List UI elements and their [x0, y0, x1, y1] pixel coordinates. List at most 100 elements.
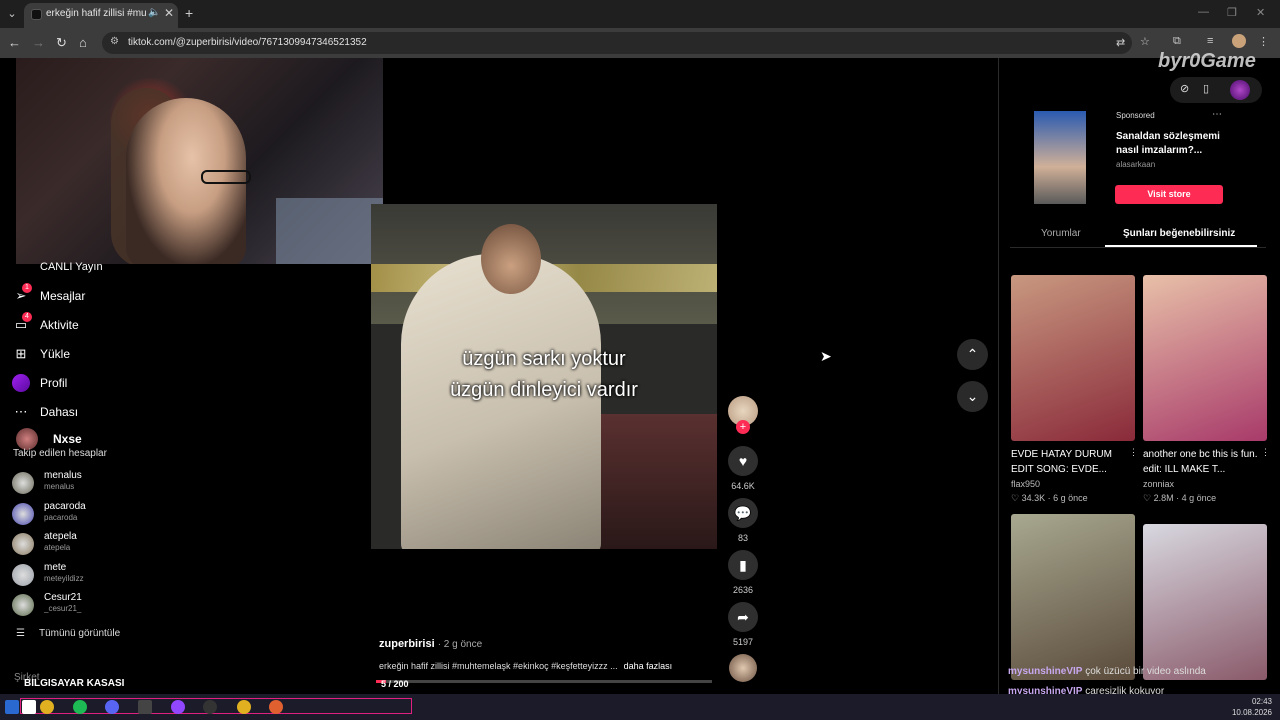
tab-search-icon[interactable]: ⌄ [4, 6, 20, 22]
phone-icon[interactable]: ▯ [1203, 82, 1209, 95]
forward-icon[interactable]: → [32, 35, 45, 50]
avatar [12, 533, 34, 555]
following-account[interactable]: mete meteyildizz [12, 562, 162, 588]
ad-more-icon[interactable]: ⋯ [1212, 109, 1222, 120]
video-thumbnail[interactable] [1143, 524, 1267, 680]
ad-title: Sanaldan sözleşmemi nasıl imzalarım?... [1116, 131, 1220, 156]
tab-comments[interactable]: Yorumlar [1041, 228, 1081, 239]
chrome-icon[interactable] [40, 700, 54, 714]
account-handle: pacaroda [44, 512, 78, 522]
cam-background-shelf [276, 198, 383, 264]
save-button[interactable]: ▮ [728, 550, 758, 580]
card-time: 4 g önce [1181, 493, 1217, 503]
obs-icon[interactable] [203, 700, 217, 714]
card-title: another one bc this is fun. edit: ILL MA… [1143, 449, 1258, 475]
sidebar-item-messages[interactable]: ➢ 1 Mesajlar [12, 283, 85, 306]
card-title: EVDE HATAY DURUM EDIT SONG: EVDE... [1011, 449, 1112, 475]
chrome-icon-3[interactable] [269, 700, 283, 714]
new-tab-icon[interactable]: + [185, 5, 193, 21]
bookmark-star-icon[interactable]: ☆ [1140, 35, 1150, 48]
card-likes: 2.8M [1153, 493, 1174, 503]
panel-divider [998, 58, 999, 694]
discord-icon[interactable] [105, 700, 119, 714]
video-description: erkeğin hafif zillisi #muhtemelaşk #ekin… [379, 661, 672, 671]
tab-recommended[interactable]: Şunları beğenebilirsiniz [1123, 228, 1235, 239]
sidebar-item-profile[interactable]: Profil [12, 373, 67, 393]
following-account[interactable]: Cesur21 _cesur21_ [12, 592, 162, 618]
extensions-icon[interactable]: ⧉ [1173, 35, 1181, 48]
sidebar-item-activity[interactable]: ▭ 4 Aktivite [12, 312, 79, 335]
avatar[interactable] [1230, 80, 1250, 100]
compass-icon[interactable]: ⊘ [1180, 82, 1189, 95]
url-field[interactable]: ⚙ tiktok.com/@zuperbirisi/video/76713099… [102, 32, 1132, 54]
video-thumbnail[interactable] [1011, 514, 1135, 680]
video-author[interactable]: zuperbirisi · 2 g önce [379, 638, 482, 650]
activity-badge: 4 [22, 312, 32, 322]
previous-video-button[interactable]: ⌃ [957, 339, 988, 370]
save-count: 2636 [732, 585, 754, 595]
current-user[interactable]: Nxse [16, 428, 82, 450]
browser-tab[interactable]: erkeğin hafif zillisi #muhtem 🔈 ✕ [24, 3, 178, 28]
search-icon[interactable] [22, 700, 36, 714]
card-likes: 34.3K [1021, 493, 1046, 503]
card-more-icon[interactable]: ⋮ [1129, 447, 1138, 458]
card-stats: ♡ 34.3K · 6 g önce [1011, 493, 1088, 503]
browser-menu-icon[interactable]: ⋮ [1258, 35, 1269, 48]
account-name: pacaroda [44, 500, 86, 512]
sidebar-item-label: Yükle [40, 347, 71, 361]
close-window-icon[interactable]: ✕ [1256, 6, 1265, 19]
sidebar-item-live-partial[interactable]: CANLI Yayın [40, 261, 103, 273]
share-count: 5197 [732, 637, 754, 647]
author-name: zuperbirisi [379, 638, 435, 650]
follow-plus-icon[interactable]: + [736, 420, 750, 434]
video-player[interactable]: üzgün sarkı yoktur üzgün dinleyici vardı… [371, 204, 717, 549]
following-account[interactable]: menalus menalus [12, 470, 162, 496]
see-more-link[interactable]: daha fazlası [624, 661, 673, 671]
card-more-icon[interactable]: ⋮ [1261, 447, 1270, 458]
account-name: mete [44, 561, 67, 573]
back-icon[interactable]: ← [8, 35, 21, 50]
app-window-icon[interactable] [138, 700, 152, 714]
following-account[interactable]: atepela atepela [12, 531, 162, 557]
comment-icon: 💬 [734, 505, 752, 521]
sponsored-ad[interactable]: Sponsored ⋯ Sanaldan sözleşmemi nasıl im… [1010, 108, 1228, 206]
chrome-icon-2[interactable] [237, 700, 251, 714]
windows-start-icon[interactable] [5, 700, 19, 714]
close-tab-icon[interactable]: ✕ [164, 6, 174, 20]
translate-icon[interactable]: ⇄ [1116, 36, 1125, 49]
taskbar-clock[interactable]: 02:43 10.08.2026 [1220, 696, 1272, 718]
like-button[interactable]: ♥ [728, 446, 758, 476]
sidebar-item-more[interactable]: ⋯ Dahası [12, 402, 79, 422]
browser-profile-avatar[interactable] [1232, 34, 1246, 48]
caption-line-1: üzgün sarkı yoktur [462, 348, 626, 370]
visit-store-button[interactable]: Visit store [1115, 185, 1223, 204]
video-thumbnail[interactable] [1143, 275, 1267, 441]
chevron-down-icon: ⌄ [966, 388, 979, 404]
comment-button[interactable]: 💬 [728, 498, 758, 528]
speaker-icon[interactable]: 🔈 [148, 7, 160, 18]
caption-line-2: üzgün dinleyici vardır [450, 379, 638, 401]
minimize-icon[interactable]: — [1198, 6, 1209, 18]
maximize-icon[interactable]: ❐ [1227, 6, 1237, 19]
avatar [12, 502, 34, 525]
see-all-link[interactable]: ☰ Tümünü görüntüle [16, 628, 120, 639]
next-video-button[interactable]: ⌄ [957, 381, 988, 412]
video-thumbnail[interactable] [1011, 275, 1135, 441]
home-icon[interactable]: ⌂ [79, 35, 87, 50]
site-info-icon[interactable]: ⚙ [110, 36, 119, 47]
music-disc-icon[interactable] [729, 654, 757, 682]
video-time: · 2 g önce [437, 639, 483, 650]
bookmark-icon: ▮ [739, 557, 747, 573]
current-user-name: Nxse [53, 432, 82, 446]
ad-thumbnail[interactable] [1034, 111, 1086, 204]
reading-list-icon[interactable]: ≡ [1207, 35, 1213, 47]
reload-icon[interactable]: ↻ [56, 35, 67, 51]
spotify-icon[interactable] [73, 700, 87, 714]
comment-count: 83 [737, 533, 748, 543]
sidebar-item-upload[interactable]: ⊞ Yükle [12, 344, 70, 364]
share-button[interactable]: ➦ [728, 602, 758, 632]
twitch-icon[interactable] [171, 700, 185, 714]
active-tab-underline [1105, 245, 1257, 247]
following-account[interactable]: pacaroda pacaroda [12, 501, 162, 527]
progress-track[interactable] [376, 680, 712, 683]
